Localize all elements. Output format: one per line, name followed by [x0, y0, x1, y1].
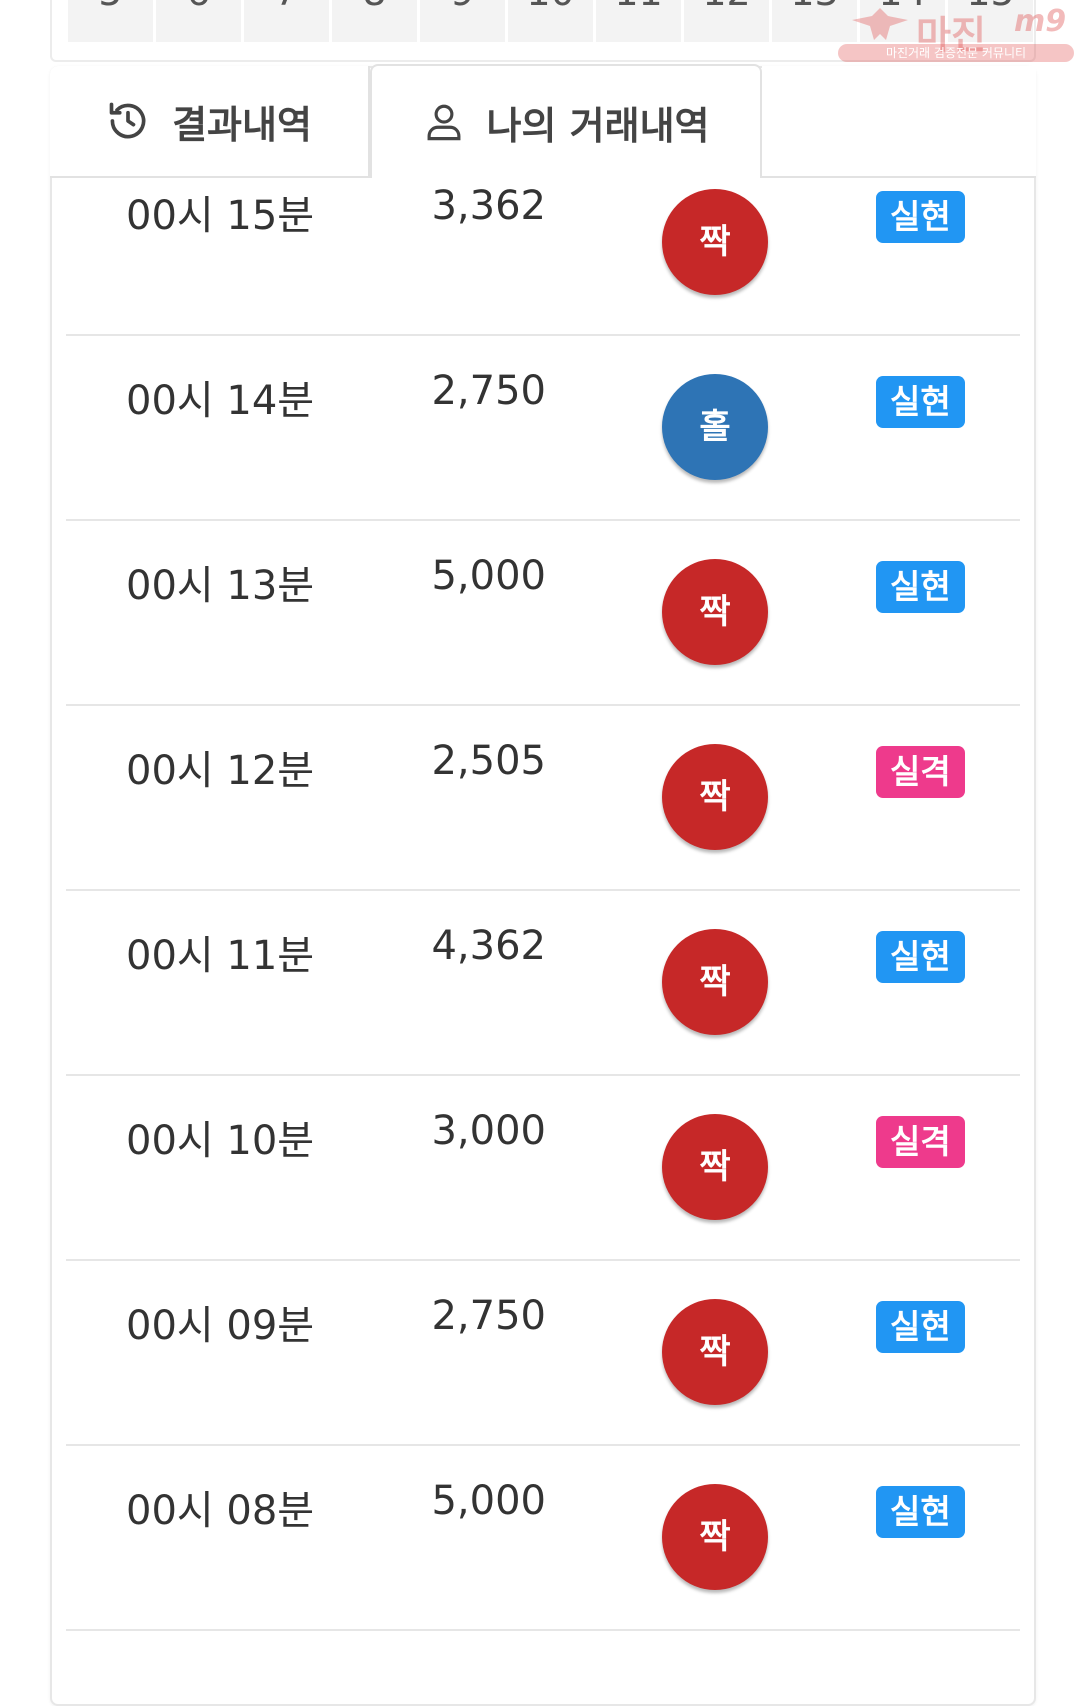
- tab-results-label: 결과내역: [172, 102, 312, 147]
- row-time: 00시 13분: [126, 563, 315, 609]
- row-time: 00시 14분: [126, 378, 315, 424]
- table-row: 00시 11분 4,362 짝 실현: [66, 891, 1020, 1076]
- status-badge: 실현: [876, 1301, 965, 1353]
- table-row: 00시 13분 5,000 짝 실현: [66, 521, 1020, 706]
- table-row: 00시 15분 3,362 짝 실현: [66, 178, 1020, 336]
- table-row: 00시 08분 5,000 짝 실현: [66, 1446, 1020, 1631]
- row-time: 00시 08분: [126, 1488, 315, 1534]
- even-result-ball: 짝: [662, 189, 768, 295]
- row-amount: 2,750: [431, 1293, 546, 1339]
- row-amount: 3,000: [431, 1108, 546, 1154]
- status-badge: 실격: [876, 746, 965, 798]
- row-amount: 3,362: [431, 183, 546, 229]
- history-list[interactable]: 00시 16분2,500홀실현00시 15분3,362짝실현00시 14분2,7…: [52, 178, 1034, 1704]
- even-result-ball: 짝: [662, 1299, 768, 1405]
- tab-my-trades[interactable]: 나의 거래내역: [370, 64, 762, 178]
- even-result-ball: 짝: [662, 929, 768, 1035]
- table-row: 00시 14분 2,750 홀 실현: [66, 336, 1020, 521]
- odd-result-ball: 홀: [662, 374, 768, 480]
- number-row: 5 6 7 8 9 10 11 12 13 14 15: [68, 0, 1034, 42]
- table-row: 00시 09분 2,750 짝 실현: [66, 1261, 1020, 1446]
- even-result-ball: 짝: [662, 1114, 768, 1220]
- status-badge: 실격: [876, 1116, 965, 1168]
- row-time: 00시 11분: [126, 933, 315, 979]
- history-icon: [109, 102, 146, 139]
- number-cell[interactable]: 12: [684, 0, 772, 42]
- row-amount: 2,505: [431, 738, 546, 784]
- tab-bar: 결과내역 나의 거래내역: [50, 64, 1036, 178]
- history-card: 00시 16분2,500홀실현00시 15분3,362짝실현00시 14분2,7…: [50, 66, 1036, 1706]
- tab-empty: [762, 66, 1036, 178]
- number-cell[interactable]: 15: [948, 0, 1034, 42]
- table-row: 00시 10분 3,000 짝 실격: [66, 1076, 1020, 1261]
- row-time: 00시 09분: [126, 1303, 315, 1349]
- number-cell[interactable]: 5: [68, 0, 156, 42]
- number-cell[interactable]: 8: [332, 0, 420, 42]
- user-icon: [427, 104, 460, 141]
- number-cell[interactable]: 11: [596, 0, 684, 42]
- number-cell[interactable]: 10: [508, 0, 596, 42]
- status-badge: 실현: [876, 1486, 965, 1538]
- number-cell[interactable]: 9: [420, 0, 508, 42]
- tab-my-trades-label: 나의 거래내역: [486, 103, 710, 148]
- row-amount: 5,000: [431, 553, 546, 599]
- status-badge: 실현: [876, 191, 965, 243]
- number-cell[interactable]: 6: [156, 0, 244, 42]
- row-time: 00시 10분: [126, 1118, 315, 1164]
- row-time: 00시 15분: [126, 193, 315, 239]
- even-result-ball: 짝: [662, 1484, 768, 1590]
- row-time: 00시 12분: [126, 748, 315, 794]
- history-list-inner: 00시 16분2,500홀실현00시 15분3,362짝실현00시 14분2,7…: [66, 178, 1020, 1631]
- status-badge: 실현: [876, 931, 965, 983]
- row-amount: 4,362: [431, 923, 546, 969]
- tab-results[interactable]: 결과내역: [50, 66, 370, 178]
- number-cell[interactable]: 13: [772, 0, 860, 42]
- number-strip: 5 6 7 8 9 10 11 12 13 14 15: [50, 0, 1036, 62]
- status-badge: 실현: [876, 376, 965, 428]
- number-cell[interactable]: 7: [244, 0, 332, 42]
- table-row: 00시 12분 2,505 짝 실격: [66, 706, 1020, 891]
- even-result-ball: 짝: [662, 559, 768, 665]
- row-amount: 2,750: [431, 368, 546, 414]
- row-amount: 5,000: [431, 1478, 546, 1524]
- number-cell[interactable]: 14: [860, 0, 948, 42]
- even-result-ball: 짝: [662, 744, 768, 850]
- status-badge: 실현: [876, 561, 965, 613]
